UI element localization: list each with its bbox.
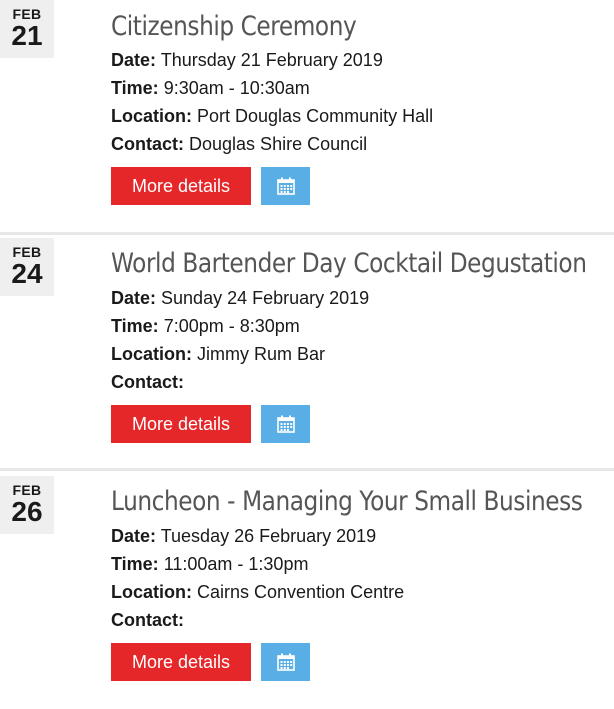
event-title[interactable]: World Bartender Day Cocktail Degustation [111, 247, 587, 281]
event-location-row: Location: Jimmy Rum Bar [111, 343, 325, 365]
date-month: FEB [12, 482, 42, 498]
event-title[interactable]: Luncheon - Managing Your Small Business [111, 485, 583, 519]
date-value: Thursday 21 February 2019 [160, 50, 383, 70]
date-value: Tuesday 26 February 2019 [160, 526, 377, 546]
date-badge: FEB 26 [0, 476, 54, 534]
event-date-row: Date: Sunday 24 February 2019 [111, 287, 369, 309]
date-badge: FEB 21 [0, 0, 54, 58]
location-label: Location: [111, 582, 192, 602]
location-value: Jimmy Rum Bar [197, 344, 326, 364]
date-badge: FEB 24 [0, 238, 54, 296]
contact-label: Contact: [111, 610, 184, 630]
time-value: 7:00pm - 8:30pm [163, 316, 300, 336]
date-label: Date: [111, 526, 157, 546]
event-date-row: Date: Thursday 21 February 2019 [111, 49, 383, 71]
location-value: Port Douglas Community Hall [197, 106, 434, 126]
event-location-row: Location: Port Douglas Community Hall [111, 105, 433, 127]
more-details-button[interactable]: More details [111, 405, 251, 443]
date-day: 26 [11, 496, 43, 527]
event-contact-row: Contact: [111, 609, 184, 631]
date-month: FEB [12, 6, 42, 22]
event-card: FEB 21 Citizenship Ceremony Date: Thursd… [0, 0, 614, 235]
more-details-button[interactable]: More details [111, 167, 251, 205]
date-label: Date: [111, 50, 157, 70]
time-value: 11:00am - 1:30pm [163, 554, 309, 574]
event-location-row: Location: Cairns Convention Centre [111, 581, 404, 603]
date-month: FEB [12, 244, 42, 260]
date-day: 24 [11, 258, 43, 289]
more-details-button[interactable]: More details [111, 643, 251, 681]
time-label: Time: [111, 554, 159, 574]
calendar-icon [276, 177, 295, 195]
contact-label: Contact: [111, 372, 184, 392]
event-contact-row: Contact: Douglas Shire Council [111, 133, 367, 155]
event-time-row: Time: 7:00pm - 8:30pm [111, 315, 300, 337]
event-contact-row: Contact: [111, 371, 184, 393]
add-to-calendar-button[interactable] [261, 167, 310, 205]
event-time-row: Time: 11:00am - 1:30pm [111, 553, 308, 575]
date-value: Sunday 24 February 2019 [161, 288, 370, 308]
location-value: Cairns Convention Centre [197, 582, 405, 602]
add-to-calendar-button[interactable] [261, 643, 310, 681]
time-label: Time: [111, 78, 159, 98]
location-label: Location: [111, 106, 192, 126]
event-title[interactable]: Citizenship Ceremony [111, 10, 357, 44]
contact-label: Contact: [111, 134, 184, 154]
add-to-calendar-button[interactable] [261, 405, 310, 443]
time-label: Time: [111, 316, 159, 336]
event-card: FEB 26 Luncheon - Managing Your Small Bu… [0, 471, 614, 709]
date-label: Date: [111, 288, 157, 308]
contact-value: Douglas Shire Council [189, 134, 368, 154]
event-card: FEB 24 World Bartender Day Cocktail Degu… [0, 233, 614, 471]
date-day: 21 [11, 20, 43, 51]
calendar-icon [276, 653, 295, 671]
event-date-row: Date: Tuesday 26 February 2019 [111, 525, 376, 547]
time-value: 9:30am - 10:30am [163, 78, 310, 98]
event-time-row: Time: 9:30am - 10:30am [111, 77, 310, 99]
calendar-icon [276, 415, 295, 433]
location-label: Location: [111, 344, 192, 364]
